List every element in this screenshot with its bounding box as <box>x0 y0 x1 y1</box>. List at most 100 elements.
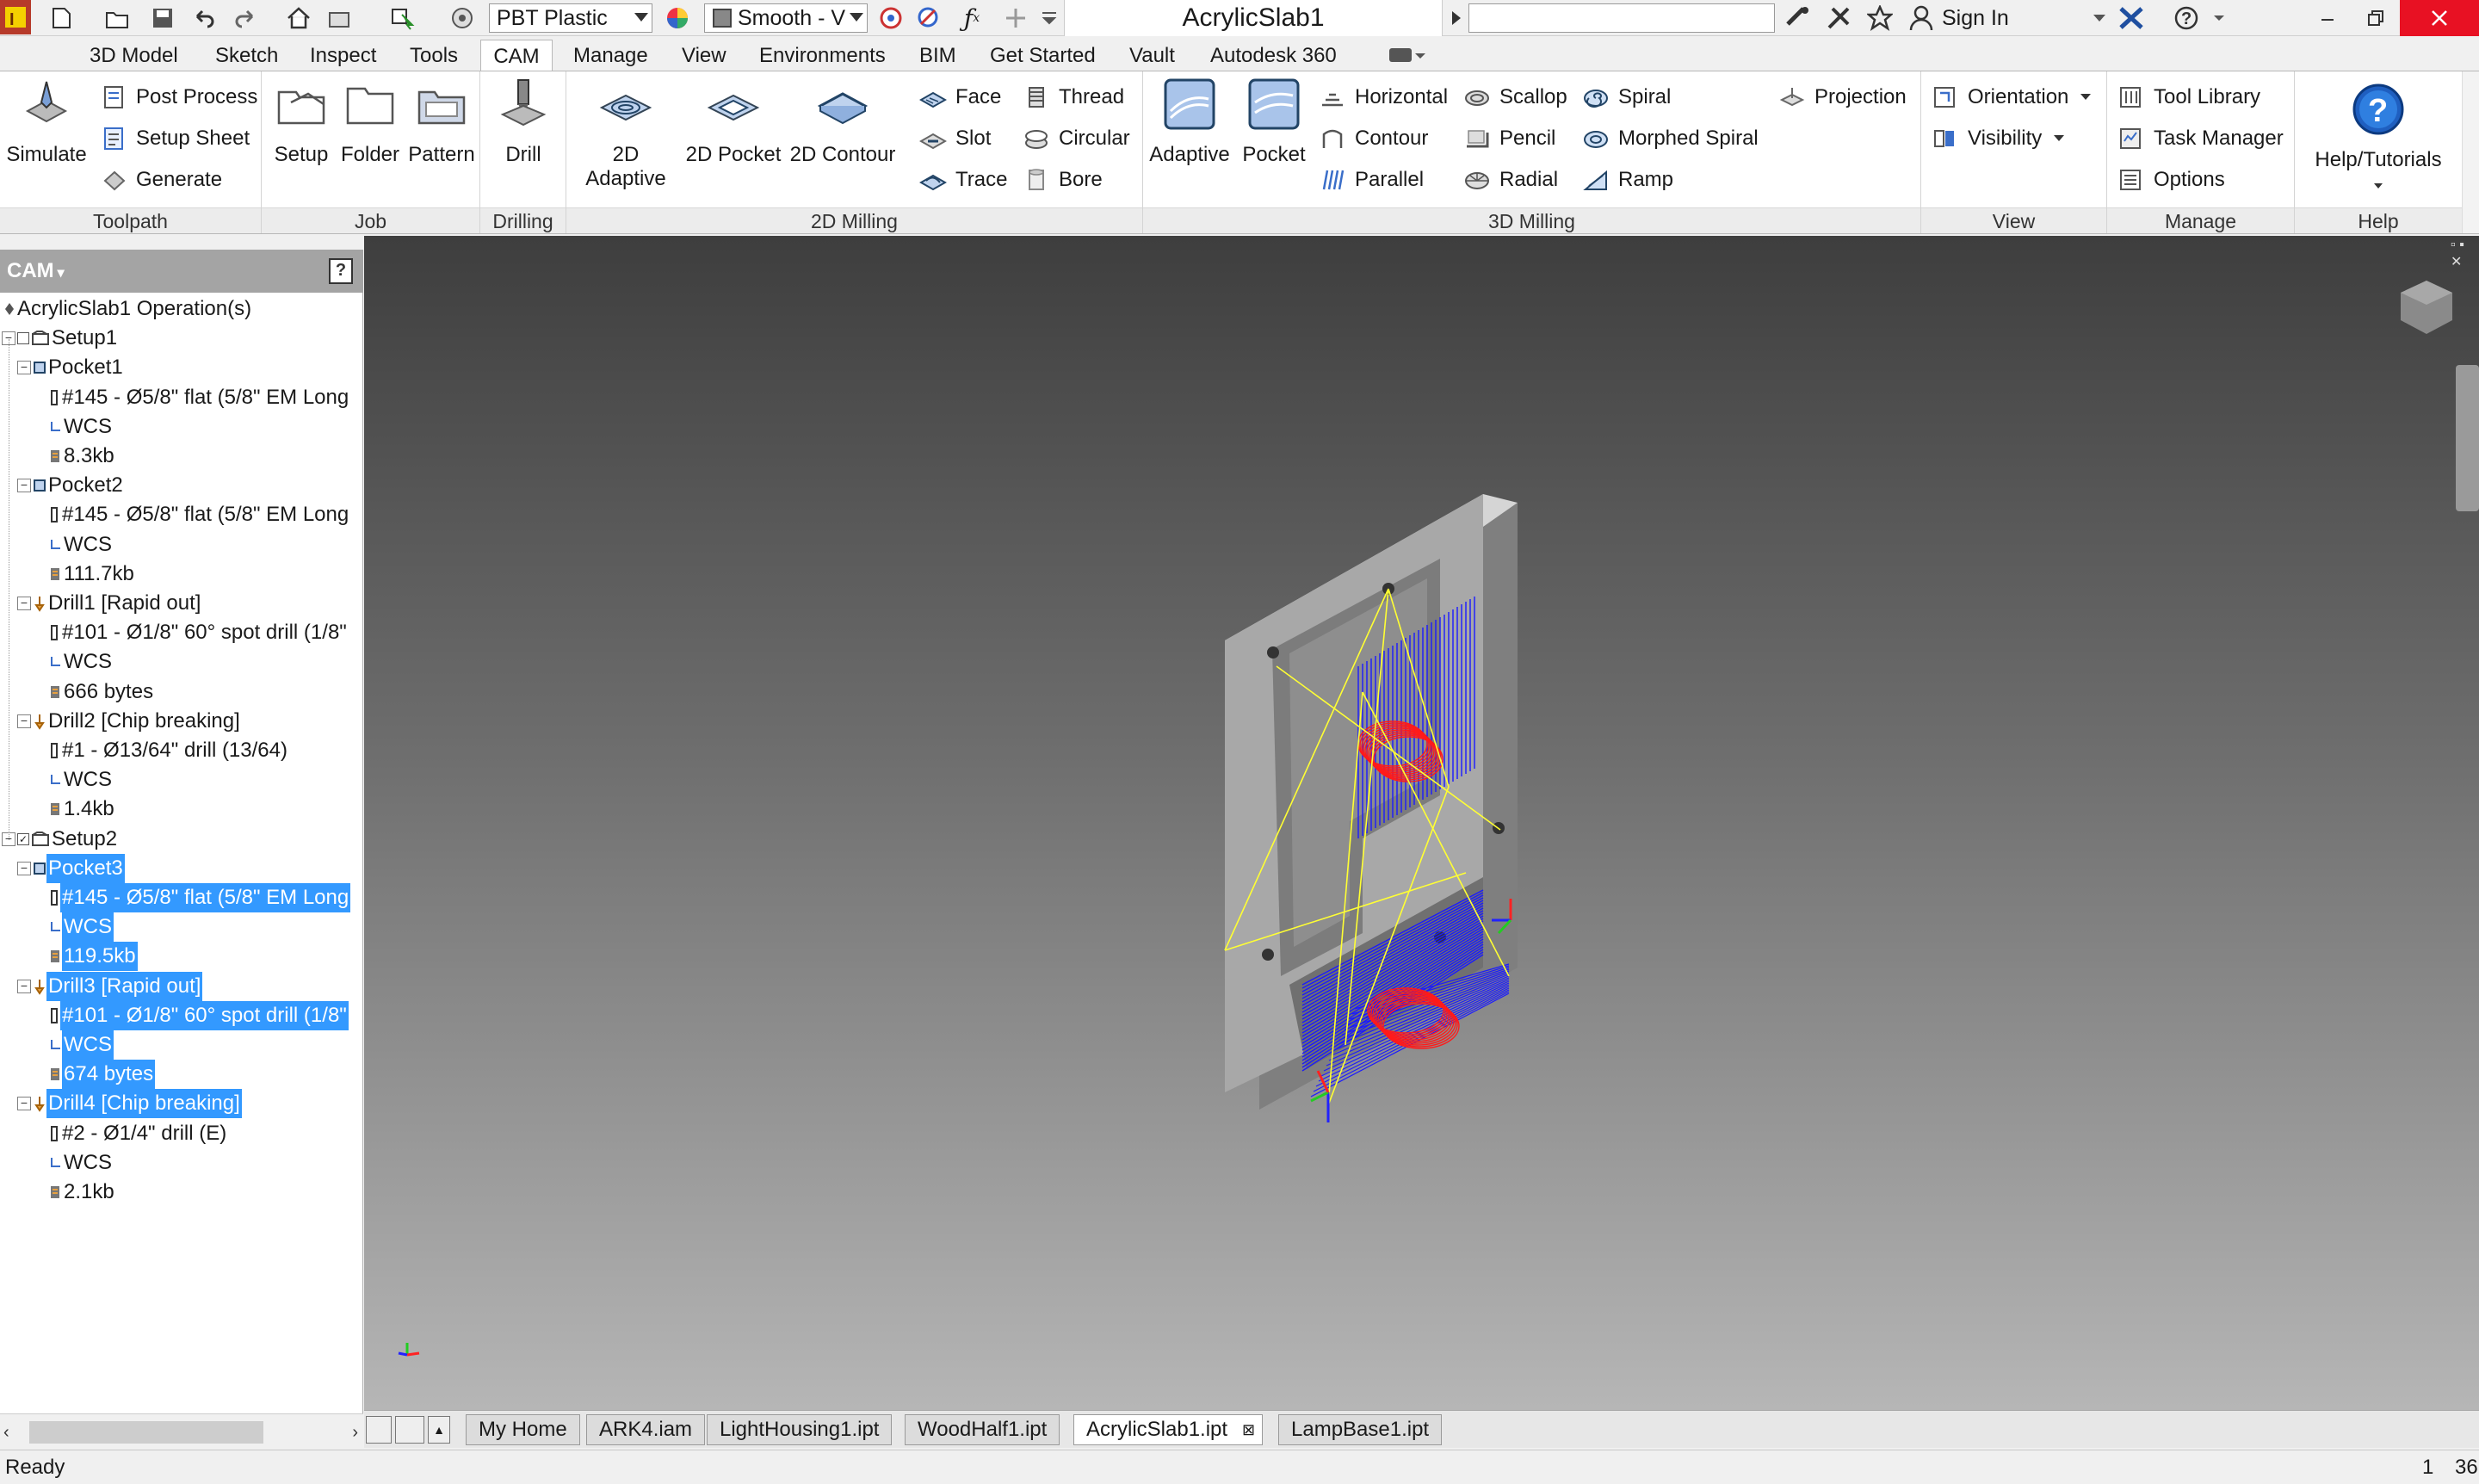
setup-checkbox[interactable] <box>17 332 29 345</box>
appearance-icon[interactable] <box>663 3 692 33</box>
setup-button[interactable]: Setup <box>267 77 336 167</box>
app-menu-button[interactable]: I <box>0 0 31 34</box>
doc-tab-lampbase1[interactable]: LampBase1.ipt <box>1278 1414 1443 1445</box>
scroll-left-icon[interactable]: ‹ <box>3 1423 9 1443</box>
tab-vault[interactable]: Vault <box>1121 40 1184 72</box>
parallel-button[interactable]: Parallel <box>1319 163 1424 197</box>
visual-style-dropdown[interactable]: Smooth - V <box>704 3 868 33</box>
graphics-viewport[interactable]: ▫ ▪ ✕ <box>364 236 2479 1410</box>
drill-button[interactable]: Drill <box>484 77 563 167</box>
tree-node-tool[interactable]: #1 - Ø13/64" drill (13/64) <box>48 736 289 765</box>
tree-node-tool[interactable]: #101 - Ø1/8" 60° spot drill (1/8" <box>48 1000 349 1030</box>
collapse-icon[interactable]: − <box>17 479 31 493</box>
help-icon[interactable]: ? <box>2171 3 2202 33</box>
measure-icon[interactable] <box>448 3 477 33</box>
open-icon[interactable] <box>103 3 133 33</box>
cascade-windows-icon[interactable] <box>366 1416 392 1444</box>
expand-arrow-icon[interactable] <box>1446 3 1467 33</box>
customize-qat-icon[interactable] <box>1036 3 1062 33</box>
new-file-icon[interactable] <box>46 3 76 33</box>
close-doc-tab-icon[interactable]: ⊠ <box>1242 1415 1255 1444</box>
thread-button[interactable]: Thread <box>1023 80 1124 114</box>
tree-node-setup[interactable]: − Setup1 <box>2 324 119 353</box>
clear-icon[interactable] <box>914 3 943 33</box>
communication-icon[interactable] <box>1823 3 1854 33</box>
viewport-restore-icons[interactable]: ▫ ▪ ✕ <box>2451 238 2479 270</box>
tree-node-drill[interactable]: − Drill1 [Rapid out] <box>17 589 202 618</box>
tree-node-tool[interactable]: #145 - Ø5/8" flat (5/8" EM Long <box>48 883 351 912</box>
restore-button[interactable] <box>2352 3 2400 33</box>
collapse-icon[interactable]: − <box>17 979 31 993</box>
scallop-button[interactable]: Scallop <box>1463 80 1567 114</box>
simulate-button[interactable]: Simulate <box>3 77 90 167</box>
scroll-thumb[interactable] <box>29 1421 263 1444</box>
trace-button[interactable]: Trace <box>919 163 1007 197</box>
face-button[interactable]: Face <box>919 80 1001 114</box>
tab-sketch[interactable]: Sketch <box>207 40 287 72</box>
tree-node-drill[interactable]: − Drill3 [Rapid out] <box>17 971 203 1001</box>
generate-button[interactable]: Generate <box>102 163 222 197</box>
sign-in-dropdown-icon[interactable] <box>2086 3 2112 33</box>
pattern-button[interactable]: Pattern <box>405 77 479 167</box>
collapse-icon[interactable]: − <box>17 361 31 375</box>
scroll-right-icon[interactable]: › <box>352 1423 358 1443</box>
tree-node-drill[interactable]: − Drill4 [Chip breaking] <box>17 1089 242 1119</box>
horizontal-button[interactable]: Horizontal <box>1319 80 1448 114</box>
tab-view[interactable]: View <box>673 40 735 72</box>
tab-bim[interactable]: BIM <box>911 40 965 72</box>
tree-node-tool[interactable]: #2 - Ø1/4" drill (E) <box>48 1119 228 1148</box>
2d-adaptive-button[interactable]: 2D Adaptive <box>572 77 680 191</box>
parameters-icon[interactable] <box>876 3 906 33</box>
ribbon-options-icon[interactable] <box>1388 45 1425 67</box>
tab-get-started[interactable]: Get Started <box>981 40 1104 72</box>
morphed-spiral-button[interactable]: Morphed Spiral <box>1582 121 1759 156</box>
tree-node-data[interactable]: 666 bytes <box>48 677 155 707</box>
tree-node-tool[interactable]: #101 - Ø1/8" 60° spot drill (1/8" <box>48 618 349 647</box>
tree-node-data[interactable]: 674 bytes <box>48 1060 156 1090</box>
adaptive-button[interactable]: Adaptive <box>1147 77 1233 167</box>
tab-autodesk-360[interactable]: Autodesk 360 <box>1202 40 1345 72</box>
tab-inspect[interactable]: Inspect <box>301 40 385 72</box>
sign-in-link[interactable]: Sign In <box>1942 3 2009 33</box>
home-icon[interactable] <box>284 3 313 33</box>
tree-node-tool[interactable]: #145 - Ø5/8" flat (5/8" EM Long <box>48 500 350 529</box>
collapse-icon[interactable]: − <box>17 1097 31 1111</box>
exchange-x-icon[interactable] <box>2116 3 2147 33</box>
tree-node-op[interactable]: − Pocket2 <box>17 471 125 500</box>
doc-tab-my-home[interactable]: My Home <box>466 1414 580 1445</box>
ribbon-scrollbar[interactable] <box>2462 71 2479 233</box>
material-dropdown[interactable]: PBT Plastic <box>489 3 652 33</box>
collapse-icon[interactable]: − <box>17 861 31 875</box>
binoculars-icon[interactable] <box>1782 3 1813 33</box>
tab-environments[interactable]: Environments <box>751 40 894 72</box>
browser-help-icon[interactable]: ? <box>329 258 353 284</box>
collapse-icon[interactable]: − <box>17 597 31 610</box>
redo-icon[interactable] <box>231 3 260 33</box>
browser-title-dropdown-icon[interactable]: ▾ <box>58 266 65 281</box>
browser-horizontal-scrollbar[interactable]: ‹ › <box>0 1413 363 1450</box>
tree-node-op[interactable]: − Pocket3 <box>17 853 125 883</box>
viewcube-icon[interactable] <box>2397 277 2456 339</box>
tab-manage[interactable]: Manage <box>565 40 657 72</box>
orientation-button[interactable]: Orientation <box>1932 80 2101 114</box>
help-search-input[interactable] <box>1468 3 1775 33</box>
slot-button[interactable]: Slot <box>919 121 991 156</box>
options-button[interactable]: Options <box>2117 163 2225 197</box>
tree-node-data[interactable]: 8.3kb <box>48 442 116 471</box>
tree-node-drill[interactable]: − Drill2 [Chip breaking] <box>17 707 242 736</box>
tree-node-wcs[interactable]: WCS <box>48 412 114 442</box>
tree-node-wcs[interactable]: WCS <box>48 530 114 560</box>
post-process-button[interactable]: Post Process <box>102 80 257 114</box>
tab-tools[interactable]: Tools <box>401 40 467 72</box>
return-icon[interactable] <box>325 3 355 33</box>
setup-sheet-button[interactable]: Setup Sheet <box>102 121 250 156</box>
tree-node-op[interactable]: − Pocket1 <box>17 353 125 382</box>
tree-node-wcs[interactable]: WCS <box>48 1148 114 1178</box>
tree-node-wcs[interactable]: WCS <box>48 1030 114 1060</box>
navigation-bar[interactable] <box>2456 365 2479 511</box>
tree-root[interactable]: AcrylicSlab1 Operation(s) <box>3 294 253 324</box>
folder-button[interactable]: Folder <box>336 77 405 167</box>
bore-button[interactable]: Bore <box>1023 163 1103 197</box>
tree-node-data[interactable]: 111.7kb <box>48 560 136 589</box>
pocket-button[interactable]: Pocket <box>1233 77 1315 167</box>
